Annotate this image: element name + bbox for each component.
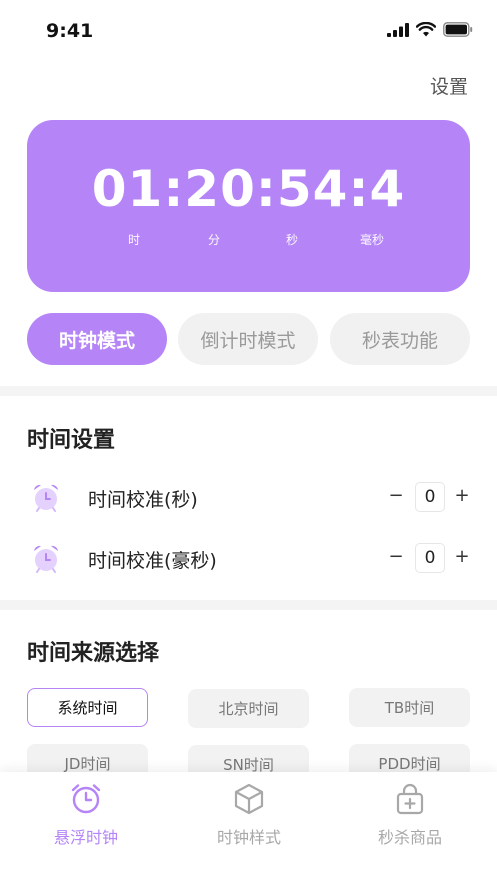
tab-flash-sale[interactable]: 秒杀商品 (327, 772, 493, 883)
source-system-time-button[interactable]: 系统时间 (27, 688, 148, 727)
tab-clock-style-label: 时钟样式 (216, 828, 281, 847)
bag-plus-icon (396, 783, 424, 815)
time-source-title: 时间来源选择 (27, 641, 160, 666)
unit-minute-label: 分 (208, 233, 221, 247)
section-divider (0, 386, 497, 396)
alarm-clock-icon (71, 784, 101, 814)
clock-mode-button[interactable]: 时钟模式 (27, 313, 167, 365)
calibrate-seconds-plus-button[interactable]: + (454, 485, 470, 506)
alarm-clock-icon (34, 545, 58, 573)
stopwatch-button[interactable]: 秒表功能 (330, 313, 470, 365)
time-settings-title: 时间设置 (27, 428, 116, 453)
signal-icon (387, 22, 409, 37)
calibrate-seconds-label: 时间校准(秒) (88, 489, 198, 511)
source-tb-time-button[interactable]: TB时间 (349, 688, 470, 727)
cube-icon (234, 783, 264, 815)
clock-digits: 01:20:54:4 (91, 160, 406, 218)
wifi-icon (416, 22, 436, 37)
battery-icon (443, 22, 473, 37)
status-icons (387, 22, 473, 37)
settings-link[interactable]: 设置 (430, 72, 468, 99)
calibrate-seconds-minus-button[interactable]: − (388, 485, 404, 506)
tab-floating-clock[interactable]: 悬浮时钟 (3, 772, 169, 883)
tab-clock-style[interactable]: 时钟样式 (166, 772, 332, 883)
unit-second-label: 秒 (286, 233, 299, 247)
section-divider (0, 600, 497, 610)
bottom-tab-bar: 悬浮时钟 时钟样式 秒杀商品 (0, 772, 497, 883)
tab-floating-clock-label: 悬浮时钟 (53, 828, 118, 847)
tab-flash-sale-label: 秒杀商品 (377, 828, 442, 847)
source-beijing-time-button[interactable]: 北京时间 (188, 689, 309, 728)
alarm-clock-icon (34, 484, 58, 512)
status-time: 9:41 (46, 20, 94, 42)
calibrate-milliseconds-minus-button[interactable]: − (388, 546, 404, 567)
unit-millisecond-label: 毫秒 (360, 233, 385, 247)
status-bar: 9:41 (0, 0, 497, 60)
unit-hour-label: 时 (128, 233, 141, 247)
calibrate-seconds-value[interactable]: 0 (415, 482, 445, 512)
calibrate-milliseconds-label: 时间校准(豪秒) (88, 550, 217, 572)
calibrate-milliseconds-value[interactable]: 0 (415, 543, 445, 573)
countdown-mode-button[interactable]: 倒计时模式 (178, 313, 318, 365)
calibrate-milliseconds-plus-button[interactable]: + (454, 546, 470, 567)
